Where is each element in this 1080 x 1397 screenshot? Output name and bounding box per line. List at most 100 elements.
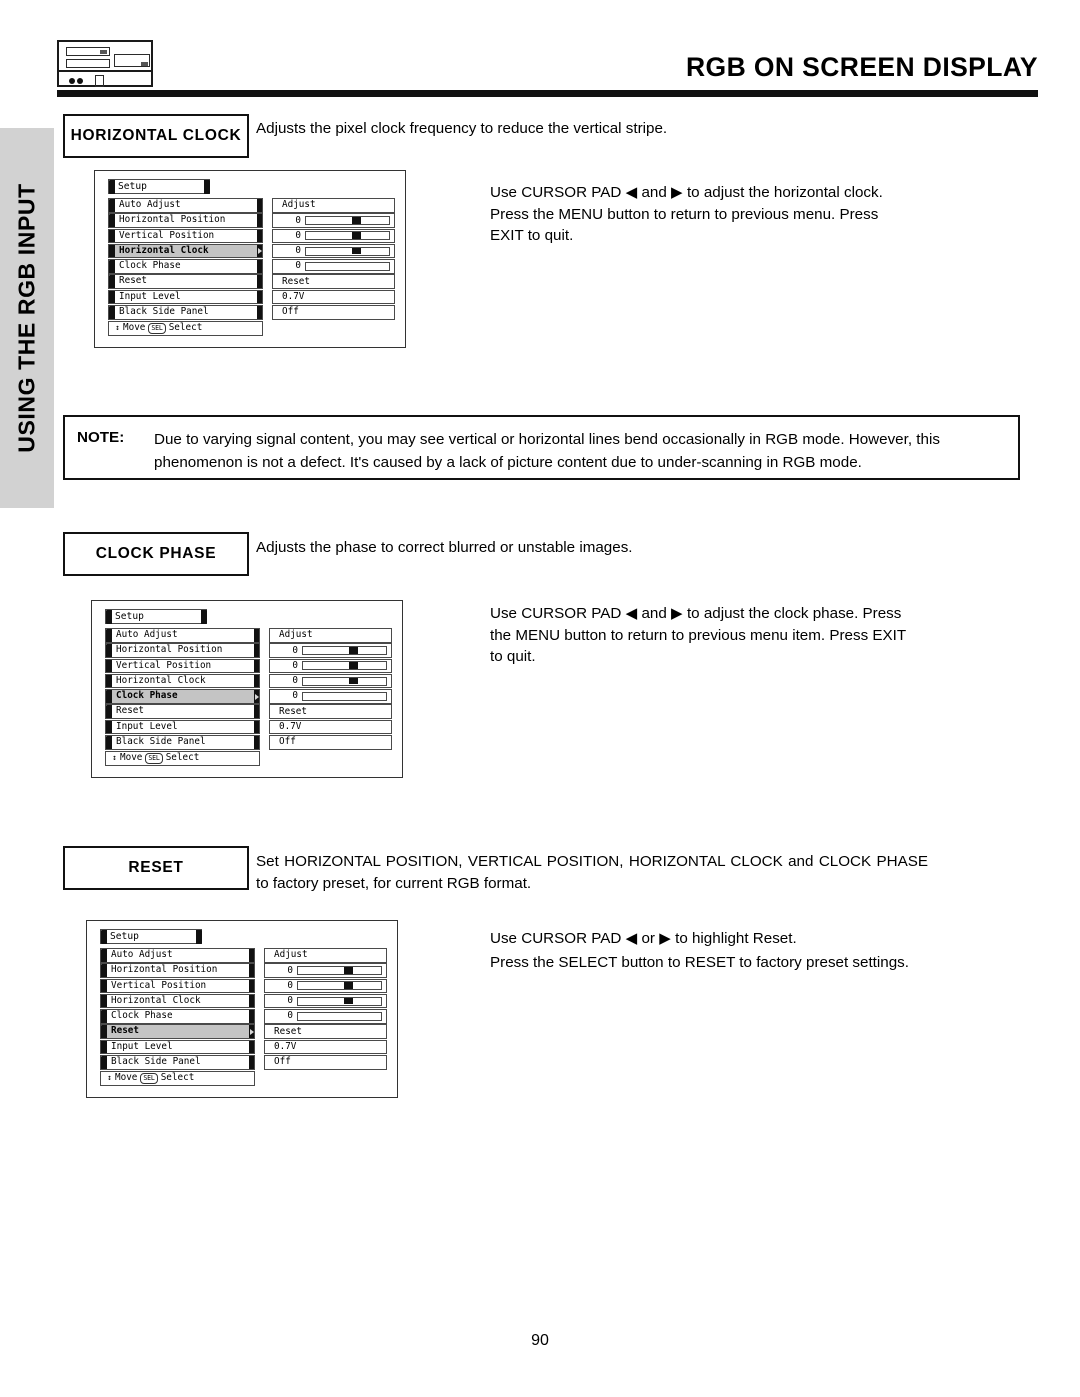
osd-row-cap-right: [256, 290, 262, 304]
osd-title-cap-right: [200, 609, 207, 624]
osd-value-vertical-position[interactable]: 0: [269, 658, 392, 674]
osd-row-black-side-panel[interactable]: Black Side Panel: [100, 1055, 255, 1070]
osd-row-cap-left: [101, 994, 107, 1008]
section-instructions-horizontal-clock: Use CURSOR PAD ◀ and ▶ to adjust the hor…: [490, 184, 883, 245]
osd-value-number: 0: [295, 245, 301, 257]
osd-value-reset[interactable]: Reset: [264, 1024, 387, 1039]
osd-row-black-side-panel[interactable]: Black Side Panel: [108, 305, 263, 320]
osd-value-input-level[interactable]: 0.7V: [269, 719, 392, 735]
osd-slider-track[interactable]: [305, 216, 390, 226]
osd-slider-knob[interactable]: [351, 247, 361, 255]
osd-slider-track[interactable]: [302, 646, 387, 656]
osd-value-auto-adjust[interactable]: Adjust: [272, 198, 395, 213]
osd-row-auto-adjust[interactable]: Auto Adjust: [105, 628, 260, 643]
osd-row-cap-left: [109, 244, 115, 258]
osd-slider-knob[interactable]: [351, 232, 361, 239]
osd-row-reset-selected[interactable]: Reset: [100, 1024, 255, 1039]
osd-value-number: 0: [295, 260, 301, 272]
osd-row-horizontal-clock[interactable]: Horizontal Clock: [100, 993, 255, 1009]
osd-row-cap-left: [109, 198, 115, 212]
osd-slider-knob[interactable]: [348, 677, 358, 685]
osd-slider-track[interactable]: [302, 661, 387, 671]
section-description-reset: Set HORIZONTAL POSITION, VERTICAL POSITI…: [256, 853, 928, 892]
osd-row-cap-left: [106, 690, 112, 703]
osd-row-horizontal-position[interactable]: Horizontal Position: [105, 643, 260, 658]
section-label-text: RESET: [128, 859, 184, 876]
osd-value-reset[interactable]: Reset: [269, 704, 392, 719]
osd-row-clock-phase[interactable]: Clock Phase: [108, 259, 263, 274]
osd-value-horizontal-clock[interactable]: 0: [264, 993, 387, 1009]
osd-row-cap-left: [109, 275, 115, 289]
osd-value-auto-adjust[interactable]: Adjust: [264, 948, 387, 963]
osd-row-label: Reset: [111, 1025, 139, 1037]
logo-slot-c: [114, 54, 150, 67]
osd-value-reset[interactable]: Reset: [272, 274, 395, 289]
osd-slider-knob[interactable]: [343, 967, 353, 974]
osd-row-cap-right: [256, 198, 262, 212]
osd-slider-knob[interactable]: [348, 647, 358, 654]
osd-slider-knob[interactable]: [343, 997, 353, 1005]
osd-slider-track[interactable]: [297, 1011, 382, 1021]
osd-row-label: Reset: [119, 275, 147, 287]
osd-row-cap-left: [101, 1025, 107, 1039]
osd-value-black-side-panel[interactable]: Off: [272, 305, 395, 320]
section-instructions-reset-line1: Use CURSOR PAD ◀ or ▶ to highlight Reset…: [490, 930, 797, 947]
osd-value-input-level[interactable]: 0.7V: [264, 1039, 387, 1055]
osd-slider-track[interactable]: [302, 676, 387, 686]
up-down-arrow-icon: ↕: [115, 323, 120, 333]
osd-row-reset[interactable]: Reset: [108, 274, 263, 289]
logo-dot-left: [69, 78, 75, 84]
osd-value-input-level[interactable]: 0.7V: [272, 289, 395, 305]
note-body: Due to varying signal content, you may s…: [154, 431, 940, 471]
osd-row-auto-adjust[interactable]: Auto Adjust: [100, 948, 255, 963]
osd-row-cap-left: [106, 659, 112, 673]
osd-slider-knob[interactable]: [351, 217, 361, 224]
osd-row-cap-right: [253, 736, 259, 749]
osd-slider-track[interactable]: [305, 261, 390, 271]
osd-value-horizontal-position[interactable]: 0: [264, 963, 387, 978]
osd-slider-track[interactable]: [297, 966, 382, 976]
osd-row-black-side-panel[interactable]: Black Side Panel: [105, 735, 260, 750]
osd-row-input-level[interactable]: Input Level: [100, 1039, 255, 1055]
osd-value-horizontal-clock[interactable]: 0: [272, 243, 395, 259]
osd-row-vertical-position[interactable]: Vertical Position: [100, 978, 255, 994]
osd-value-clock-phase[interactable]: 0: [272, 259, 395, 274]
osd-value-horizontal-position[interactable]: 0: [269, 643, 392, 658]
osd-value-horizontal-clock[interactable]: 0: [269, 673, 392, 689]
osd-value-clock-phase[interactable]: 0: [264, 1009, 387, 1024]
osd-slider-track[interactable]: [305, 246, 390, 256]
osd-row-input-level[interactable]: Input Level: [105, 719, 260, 735]
osd-slider-track[interactable]: [305, 231, 390, 241]
osd-row-cap-right: [256, 306, 262, 319]
osd-row-vertical-position[interactable]: Vertical Position: [108, 228, 263, 244]
section-description-horizontal-clock: Adjusts the pixel clock frequency to red…: [256, 120, 668, 137]
osd-value-number: 0: [295, 229, 301, 241]
osd-row-cap-right: [248, 1056, 254, 1069]
osd-row-auto-adjust[interactable]: Auto Adjust: [108, 198, 263, 213]
osd-slider-knob[interactable]: [348, 662, 358, 669]
osd-value-vertical-position[interactable]: 0: [272, 228, 395, 244]
osd-value-black-side-panel[interactable]: Off: [264, 1055, 387, 1070]
osd-row-clock-phase[interactable]: Clock Phase: [100, 1009, 255, 1024]
osd-value-clock-phase[interactable]: 0: [269, 689, 392, 704]
osd-row-horizontal-clock[interactable]: Horizontal Clock: [105, 673, 260, 689]
osd-value-horizontal-position[interactable]: 0: [272, 213, 395, 228]
osd-slider-track[interactable]: [297, 981, 382, 991]
osd-value-black-side-panel[interactable]: Off: [269, 735, 392, 750]
osd-row-input-level[interactable]: Input Level: [108, 289, 263, 305]
osd-row-horizontal-position[interactable]: Horizontal Position: [108, 213, 263, 228]
osd-slider-knob[interactable]: [343, 982, 353, 989]
chapter-side-tab: USING THE RGB INPUT: [0, 128, 54, 508]
osd-value-auto-adjust[interactable]: Adjust: [269, 628, 392, 643]
osd-row-clock-phase-selected[interactable]: Clock Phase: [105, 689, 260, 704]
osd-slider-track[interactable]: [302, 691, 387, 701]
osd-value-vertical-position[interactable]: 0: [264, 978, 387, 994]
osd-row-reset[interactable]: Reset: [105, 704, 260, 719]
note-box: NOTE: Due to varying signal content, you…: [63, 415, 1020, 480]
osd-row-horizontal-position[interactable]: Horizontal Position: [100, 963, 255, 978]
osd-slider-track[interactable]: [297, 996, 382, 1006]
osd-title-setup: Setup: [100, 929, 202, 944]
osd-row-vertical-position[interactable]: Vertical Position: [105, 658, 260, 674]
osd-row-label: Horizontal Position: [111, 964, 218, 976]
osd-row-horizontal-clock-selected[interactable]: Horizontal Clock: [108, 243, 263, 259]
